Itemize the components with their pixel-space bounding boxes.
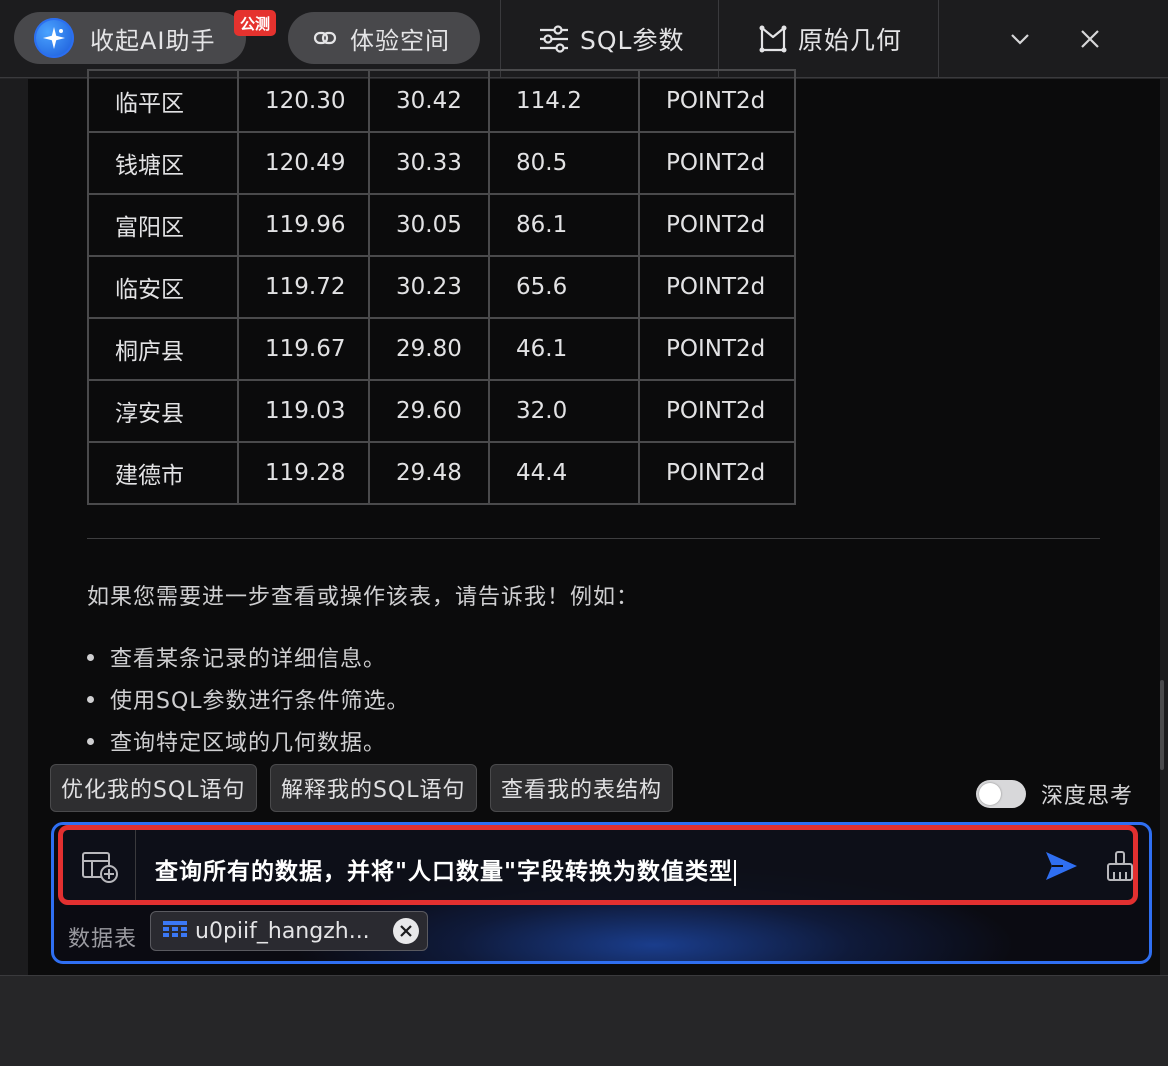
chevron-down-icon[interactable] [1003,22,1037,56]
sliders-icon [540,25,568,53]
table-cell: 46.1 [488,317,640,381]
table-cell: 119.67 [237,317,370,381]
table-cell: POINT2d [638,255,796,319]
table-cell: 建德市 [87,441,239,505]
raw-geometry-button[interactable]: 原始几何 [758,0,902,78]
send-icon[interactable] [1043,848,1079,884]
table-cell: 淳安县 [87,379,239,443]
table-row: 建德市 119.28 29.48 44.4 POINT2d [87,441,796,505]
table-row: 临平区 120.30 30.42 114.2 POINT2d [87,69,796,133]
table-row: 钱塘区 120.49 30.33 80.5 POINT2d [87,131,796,195]
list-item-text: 使用SQL参数进行条件筛选。 [110,689,410,714]
bullet-dot [87,695,94,703]
optimize-sql-button[interactable]: 优化我的SQL语句 [50,764,257,812]
list-item: 查看某条记录的详细信息。 [87,636,410,678]
collapse-ai-label: 收起AI助手 [90,26,216,55]
text-caret [733,859,736,886]
table-cell: 120.49 [237,131,370,195]
table-cell: 30.33 [368,131,490,195]
bottom-bar [0,975,1168,1066]
toggle-knob [979,783,1001,805]
close-icon[interactable] [1073,22,1107,56]
scrollbar-thumb[interactable] [1160,680,1164,770]
chat-input-value: 查询所有的数据，并将"人口数量"字段转换为数值类型 [155,859,733,885]
table-cell: POINT2d [638,193,796,257]
table-cell: 32.0 [488,379,640,443]
result-table: 临平区 120.30 30.42 114.2 POINT2d 钱塘区 120.49 30.33… [87,69,796,505]
experience-space-button[interactable]: 体验空间 [288,12,480,64]
table-row: 淳安县 119.03 29.60 32.0 POINT2d [87,379,796,443]
chat-input-container: 查询所有的数据，并将"人口数量"字段转换为数值类型 数据表 u0piif_han… [51,822,1152,964]
table-grid-icon [163,921,187,937]
list-item-text: 查看某条记录的详细信息。 [110,647,387,672]
bullet-dot [87,653,94,661]
table-cell: 30.23 [368,255,490,319]
beta-badge: 公测 [234,10,277,36]
table-cell: 29.80 [368,317,490,381]
table-cell: POINT2d [638,69,796,133]
table-cell: 119.96 [237,193,370,257]
view-table-structure-button[interactable]: 查看我的表结构 [490,764,674,812]
table-cell: 120.30 [237,69,370,133]
data-table-label: 数据表 [68,927,138,952]
deep-think-label: 深度思考 [1041,784,1134,809]
deep-think-toggle[interactable] [976,780,1026,808]
table-cell: 钱塘区 [87,131,239,195]
table-cell: 临平区 [87,69,239,133]
table-cell: 44.4 [488,441,640,505]
selected-table-name: u0piif_hangzh... [195,918,370,944]
table-cell: 30.42 [368,69,490,133]
table-cell: 119.28 [237,441,370,505]
table-row: 临安区 119.72 30.23 65.6 POINT2d [87,255,796,319]
table-cell: POINT2d [638,441,796,505]
table-cell: 29.60 [368,379,490,443]
link-icon [313,31,337,45]
raw-geometry-label: 原始几何 [798,26,903,55]
collapse-ai-assistant-button[interactable]: 收起AI助手 [14,12,246,64]
sql-params-label: SQL参数 [580,26,685,55]
list-item-text: 查询特定区域的几何数据。 [110,731,387,756]
bullet-dot [87,737,94,745]
table-cell: 80.5 [488,131,640,195]
table-cell: 富阳区 [87,193,239,257]
geometry-icon [759,25,787,53]
list-item: 使用SQL参数进行条件筛选。 [87,678,410,720]
table-cell: POINT2d [638,317,796,381]
table-cell: 29.48 [368,441,490,505]
table-cell: POINT2d [638,379,796,443]
table-cell: 119.03 [237,379,370,443]
divider [87,538,1100,539]
table-cell: 临安区 [87,255,239,319]
toolbar-divider [938,0,939,78]
table-cell: 119.72 [237,255,370,319]
selected-table-chip[interactable]: u0piif_hangzh... [150,911,428,951]
sql-params-button[interactable]: SQL参数 [538,0,684,78]
table-cell: POINT2d [638,131,796,195]
suggestion-list: 查看某条记录的详细信息。 使用SQL参数进行条件筛选。 查询特定区域的几何数据。 [87,636,410,762]
add-table-icon[interactable] [81,850,121,884]
assistant-intro-text: 如果您需要进一步查看或操作该表，请告诉我！例如： [87,585,640,610]
chat-input[interactable]: 查询所有的数据，并将"人口数量"字段转换为数值类型 [155,852,736,886]
toolbar-divider [500,0,501,78]
table-row: 富阳区 119.96 30.05 86.1 POINT2d [87,193,796,257]
list-item: 查询特定区域的几何数据。 [87,720,410,762]
table-cell: 114.2 [488,69,640,133]
table-cell: 30.05 [368,193,490,257]
input-divider [135,830,136,900]
experience-space-label: 体验空间 [350,26,450,55]
broom-clear-icon[interactable] [1105,850,1135,882]
table-cell: 65.6 [488,255,640,319]
toolbar-divider [718,0,719,78]
table-cell: 86.1 [488,193,640,257]
chat-input-row: 查询所有的数据，并将"人口数量"字段转换为数值类型 [58,825,1138,905]
top-toolbar: 收起AI助手 公测 体验空间 SQL参数 原始几何 [0,0,1168,78]
table-cell: 桐庐县 [87,317,239,381]
explain-sql-button[interactable]: 解释我的SQL语句 [270,764,477,812]
ai-sparkle-icon [34,18,74,58]
remove-table-icon[interactable] [393,918,419,944]
table-row: 桐庐县 119.67 29.80 46.1 POINT2d [87,317,796,381]
